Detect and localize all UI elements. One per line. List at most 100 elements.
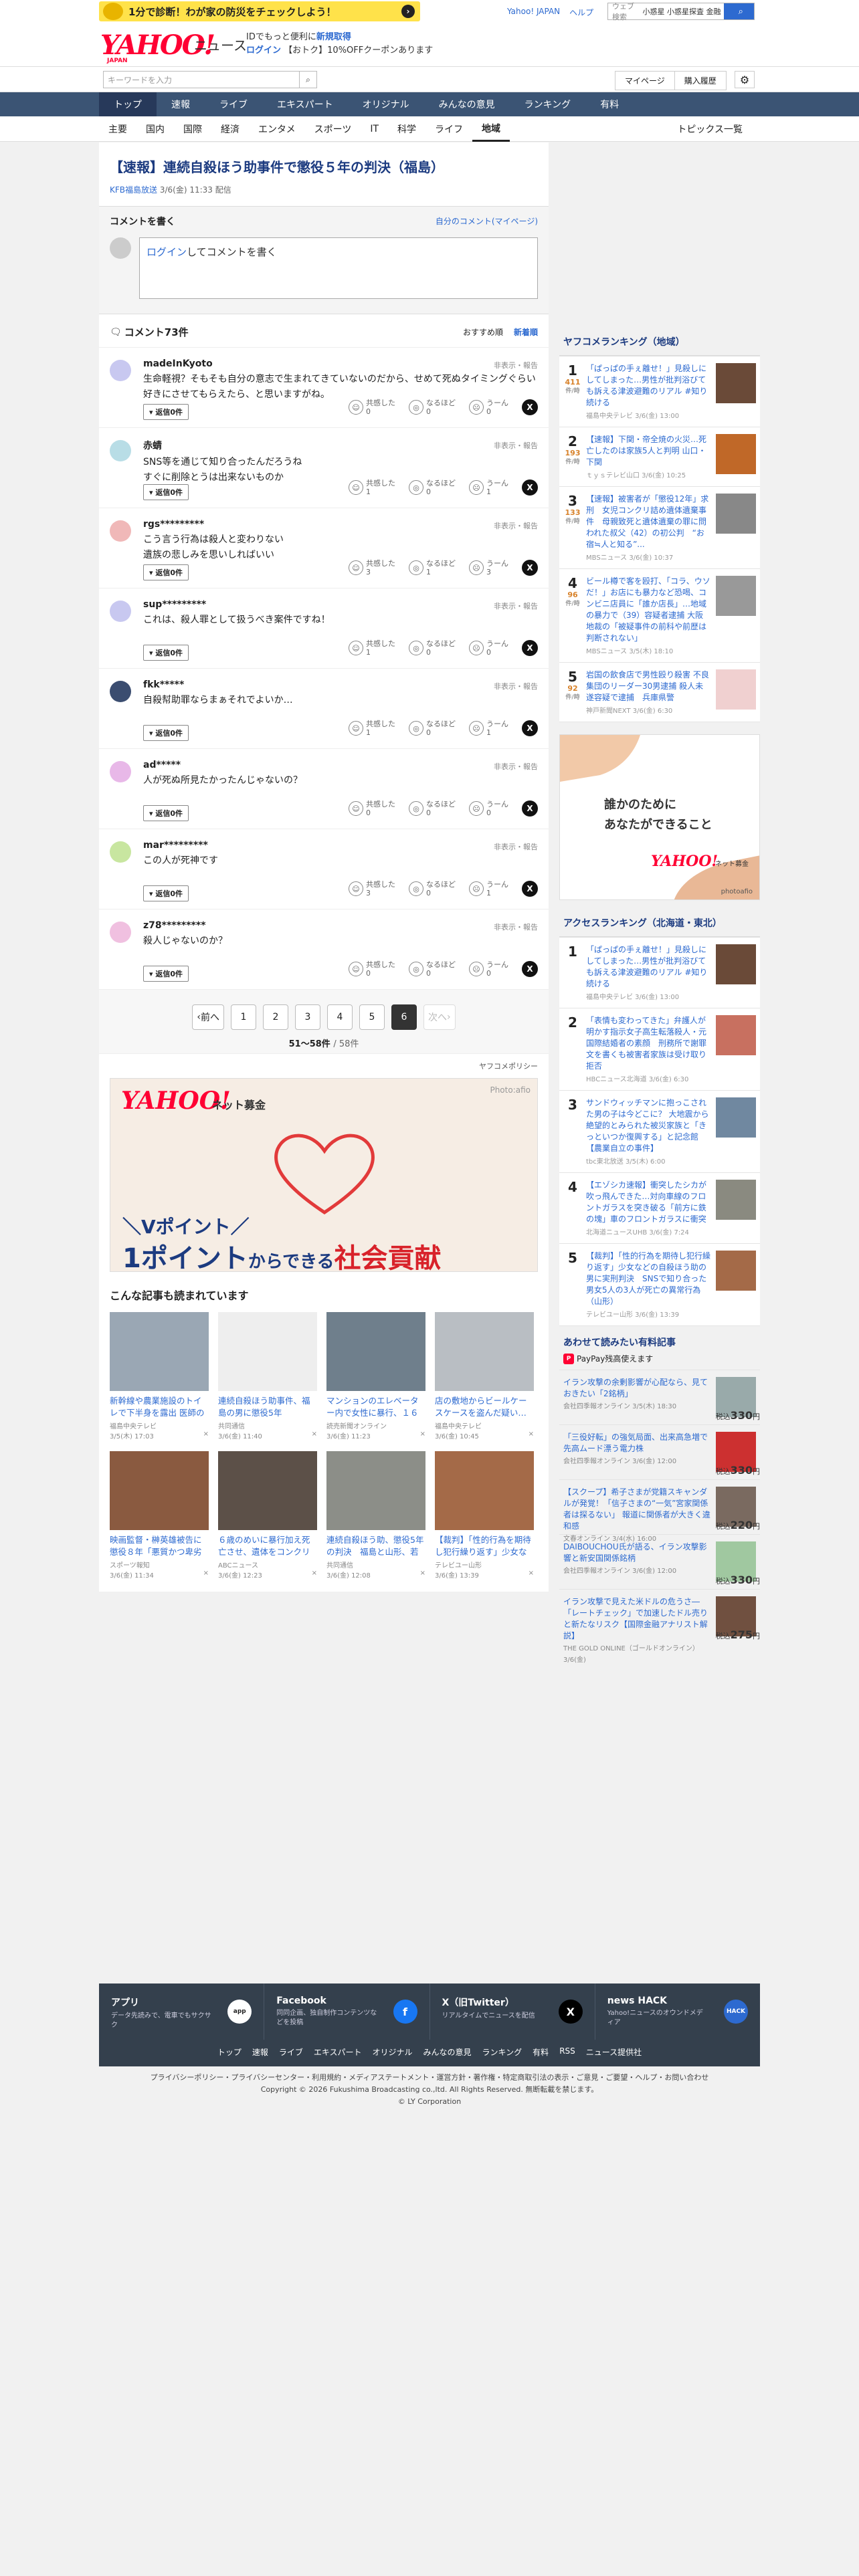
close-icon[interactable]: × xyxy=(529,1430,534,1440)
close-icon[interactable]: × xyxy=(203,1430,209,1440)
cnav-main[interactable]: 主要 xyxy=(99,116,136,142)
footer-link[interactable]: ニュース提供社 xyxy=(586,2046,642,2058)
cnav-world[interactable]: 国際 xyxy=(174,116,211,142)
x-icon[interactable]: X xyxy=(558,2000,583,2024)
paid-item[interactable]: 【スクープ】希子さまが党籍スキャンダルが発覚！「信子さまの“一気”宮家関係者は探… xyxy=(559,1479,760,1543)
access-title[interactable]: 「表情も変わってきた」弁護人が明かす指示女子高生転落殺人・元国際結婚者の素顔 刑… xyxy=(586,1015,710,1072)
cnav-entertainment[interactable]: エンタメ xyxy=(249,116,305,142)
rank-title[interactable]: 【速報】下関・帝全焼の火災…死亡したのは家族5人と判明 山口・下関 xyxy=(586,434,710,468)
related-item[interactable]: 映画監督・榊英雄被告に懲役８年「悪質かつ卑劣な犯行」俳優の…スポーツ報知3/6(… xyxy=(110,1451,209,1580)
my-comments-link[interactable]: 自分のコメント(マイページ) xyxy=(436,215,538,227)
sort-newest[interactable]: 新着順 xyxy=(514,326,538,338)
empathy-button[interactable]: ☺ 共感した 1 xyxy=(349,720,395,737)
reply-button[interactable]: ▾ 返信0件 xyxy=(143,404,189,420)
yahoo-japan-link[interactable]: Yahoo! JAPAN xyxy=(507,7,560,18)
comment-login-link[interactable]: ログイン xyxy=(147,246,187,258)
reply-button[interactable]: ▾ 返信0件 xyxy=(143,564,189,580)
naruhodo-button[interactable]: ◎ なるほど 0 xyxy=(409,399,456,416)
access-item[interactable]: 5 【裁判】「性的行為を期待し犯行繰り返す」少女などの自殺ほう助の男に実刑判決 S… xyxy=(559,1244,760,1326)
rank-title[interactable]: 「ぱっぱの手ぇ離せ！」見殺しにしてしまった…男性が批判浴びても訴える津波避難のリ… xyxy=(586,363,710,409)
access-item[interactable]: 3 サンドウィッチマンに抱っこされた男の子は今どこに？ 大地震から絶望的とみられた… xyxy=(559,1091,760,1173)
naruhodo-button[interactable]: ◎ なるほど 0 xyxy=(409,880,456,897)
gnav-live[interactable]: ライブ xyxy=(205,92,262,116)
close-icon[interactable]: × xyxy=(420,1430,425,1440)
ranking-item[interactable]: 1 411 件/時 「ぱっぱの手ぇ離せ！」見殺しにしてしまった…男性が批判浴びても訴え… xyxy=(559,356,760,427)
comment-policy-link[interactable]: ヤフコメポリシー xyxy=(99,1054,549,1078)
gnav-breaking[interactable]: 速報 xyxy=(157,92,205,116)
x-share-icon[interactable]: X xyxy=(522,479,538,496)
hmm-button[interactable]: ☹ うーん 1 xyxy=(469,880,508,897)
commenter-name[interactable]: ad***** xyxy=(143,756,538,770)
reply-button[interactable]: ▾ 返信0件 xyxy=(143,805,189,821)
related-title-text[interactable]: 店の敷地からビールケースケースを盗んだ疑い…63歳無職の男… xyxy=(435,1395,534,1419)
page-5[interactable]: 5 xyxy=(359,1004,385,1030)
keyword-search-input[interactable]: キーワードを入力 ⌕ xyxy=(103,71,317,88)
close-icon[interactable]: × xyxy=(420,1570,425,1580)
access-item[interactable]: 1 「ぱっぱの手ぇ離せ！」見殺しにしてしまった…男性が批判浴びても訴える津波避難の… xyxy=(559,938,760,1008)
report-link[interactable]: 非表示・報告 xyxy=(494,440,538,451)
x-share-icon[interactable]: X xyxy=(522,399,538,415)
news-logo[interactable]: ニュース xyxy=(194,35,247,54)
legal-links[interactable]: プライバシーポリシー・プライバシーセンター・利用規約・メディアステートメント・運… xyxy=(0,2072,859,2084)
reply-button[interactable]: ▾ 返信0件 xyxy=(143,725,189,741)
commenter-name[interactable]: z78********* xyxy=(143,916,538,931)
commenter-name[interactable]: sup********* xyxy=(143,595,538,610)
gnav-opinions[interactable]: みんなの意見 xyxy=(424,92,510,116)
gear-icon[interactable]: ⚙ xyxy=(735,71,755,88)
article-title[interactable]: 【速報】連続自殺ほう助事件で懲役５年の判決（福島） xyxy=(99,142,549,184)
cnav-economy[interactable]: 経済 xyxy=(211,116,249,142)
rank-title[interactable]: ビール樽で客を殴打、「コラ、ウソだ！」お店にも暴力など恐喝、コンビニ店員に「誰か… xyxy=(586,576,710,644)
footer-link[interactable]: トップ xyxy=(217,2046,242,2058)
related-title-text[interactable]: 映画監督・榊英雄被告に懲役８年「悪質かつ卑劣な犯行」俳優の… xyxy=(110,1534,209,1558)
cnav-science[interactable]: 科学 xyxy=(388,116,425,142)
x-share-icon[interactable]: X xyxy=(522,881,538,897)
x-share-icon[interactable]: X xyxy=(522,961,538,977)
prev-page-button[interactable]: ‹ 前へ xyxy=(192,1004,224,1030)
search-icon[interactable]: ⌕ xyxy=(723,3,754,19)
page-2[interactable]: 2 xyxy=(263,1004,288,1030)
footer-link[interactable]: 有料 xyxy=(533,2046,549,2058)
related-title-text[interactable]: ６歳のめいに暴行加え死亡させ、遺体をコンクリート詰めにした… xyxy=(218,1534,317,1558)
reply-button[interactable]: ▾ 返信0件 xyxy=(143,966,189,982)
close-icon[interactable]: × xyxy=(203,1570,209,1580)
related-item[interactable]: マンションのエレベーター内で女性に暴行、１６万円入ったバッ…読売新聞オンライン3… xyxy=(326,1312,425,1440)
footer-link[interactable]: みんなの意見 xyxy=(423,2046,472,2058)
access-title[interactable]: 【エゾシカ速報】衝突したシカが吹っ飛んできた…対向車線のフロントガラスを突き破る… xyxy=(586,1180,710,1225)
footer-col[interactable]: news HACK Yahoo!ニュースのオウンドメディア HACK xyxy=(595,1983,760,2040)
footer-link[interactable]: オリジナル xyxy=(373,2046,413,2058)
page-3[interactable]: 3 xyxy=(295,1004,320,1030)
footer-col[interactable]: アプリ データ先読みで、電車でもサクサク app xyxy=(99,1983,265,2040)
hmm-button[interactable]: ☹ うーん 0 xyxy=(469,960,508,978)
close-icon[interactable]: × xyxy=(312,1430,317,1440)
cnav-life[interactable]: ライフ xyxy=(425,116,472,142)
facebook-icon[interactable]: f xyxy=(393,2000,417,2024)
related-item[interactable]: 【裁判】「性的行為を期待し犯行繰り返す」少女などの自殺ほう助…テレビユー山形3/… xyxy=(435,1451,534,1580)
related-title-text[interactable]: 【裁判】「性的行為を期待し犯行繰り返す」少女などの自殺ほう助… xyxy=(435,1534,534,1558)
footer-col[interactable]: X（旧Twitter） リアルタイムでニュースを配信 X xyxy=(430,1983,595,2040)
page-1[interactable]: 1 xyxy=(231,1004,256,1030)
commenter-name[interactable]: 赤蜻 xyxy=(143,435,538,452)
footer-link[interactable]: ライブ xyxy=(279,2046,303,2058)
signup-link[interactable]: 新規取得 xyxy=(316,32,351,42)
naruhodo-button[interactable]: ◎ なるほど 0 xyxy=(409,960,456,978)
article-source[interactable]: KFB福島放送 xyxy=(110,185,157,195)
empathy-button[interactable]: ☺ 共感した 1 xyxy=(349,639,395,657)
cnav-it[interactable]: IT xyxy=(361,116,388,142)
hmm-button[interactable]: ☹ うーん 0 xyxy=(469,639,508,657)
related-title-text[interactable]: マンションのエレベーター内で女性に暴行、１６万円入ったバッ… xyxy=(326,1395,425,1419)
rank-title[interactable]: 【速報】被害者が「懲役12年」求刑 女児コンクリ詰め遺体遺棄事件 母親致死と遺体… xyxy=(586,494,710,550)
related-title-text[interactable]: 新幹線や農業施設のトイレで下半身を露出 医師の男に有罪判決… xyxy=(110,1395,209,1419)
paid-item[interactable]: イラン攻撃の余剰影響が心配なら、見ておきたい「2銘柄」 会社四季報オンライン 3/… xyxy=(559,1370,760,1424)
related-item[interactable]: 連続自殺ほう助、懲役5年の判決 福島と山形、若者4人死亡共同通信3/6(金) 1… xyxy=(326,1451,425,1580)
topics-list-link[interactable]: トピックス一覧 xyxy=(668,116,752,142)
gnav-expert[interactable]: エキスパート xyxy=(262,92,348,116)
commenter-name[interactable]: madeInKyoto xyxy=(143,354,538,369)
close-icon[interactable]: × xyxy=(312,1570,317,1580)
newshack-icon[interactable]: HACK xyxy=(724,2000,748,2024)
report-link[interactable]: 非表示・報告 xyxy=(494,601,538,611)
empathy-button[interactable]: ☺ 共感した 1 xyxy=(349,479,395,496)
ranking-item[interactable]: 4 96 件/時 ビール樽で客を殴打、「コラ、ウソだ！」お店にも暴力など恐喝、コンビニ… xyxy=(559,569,760,663)
paid-item[interactable]: 「三役好転」の強気局面、出来高急増で先高ムード漂う電力株 会社四季報オンライン 3… xyxy=(559,1424,760,1479)
report-link[interactable]: 非表示・報告 xyxy=(494,761,538,772)
reply-button[interactable]: ▾ 返信0件 xyxy=(143,484,189,500)
